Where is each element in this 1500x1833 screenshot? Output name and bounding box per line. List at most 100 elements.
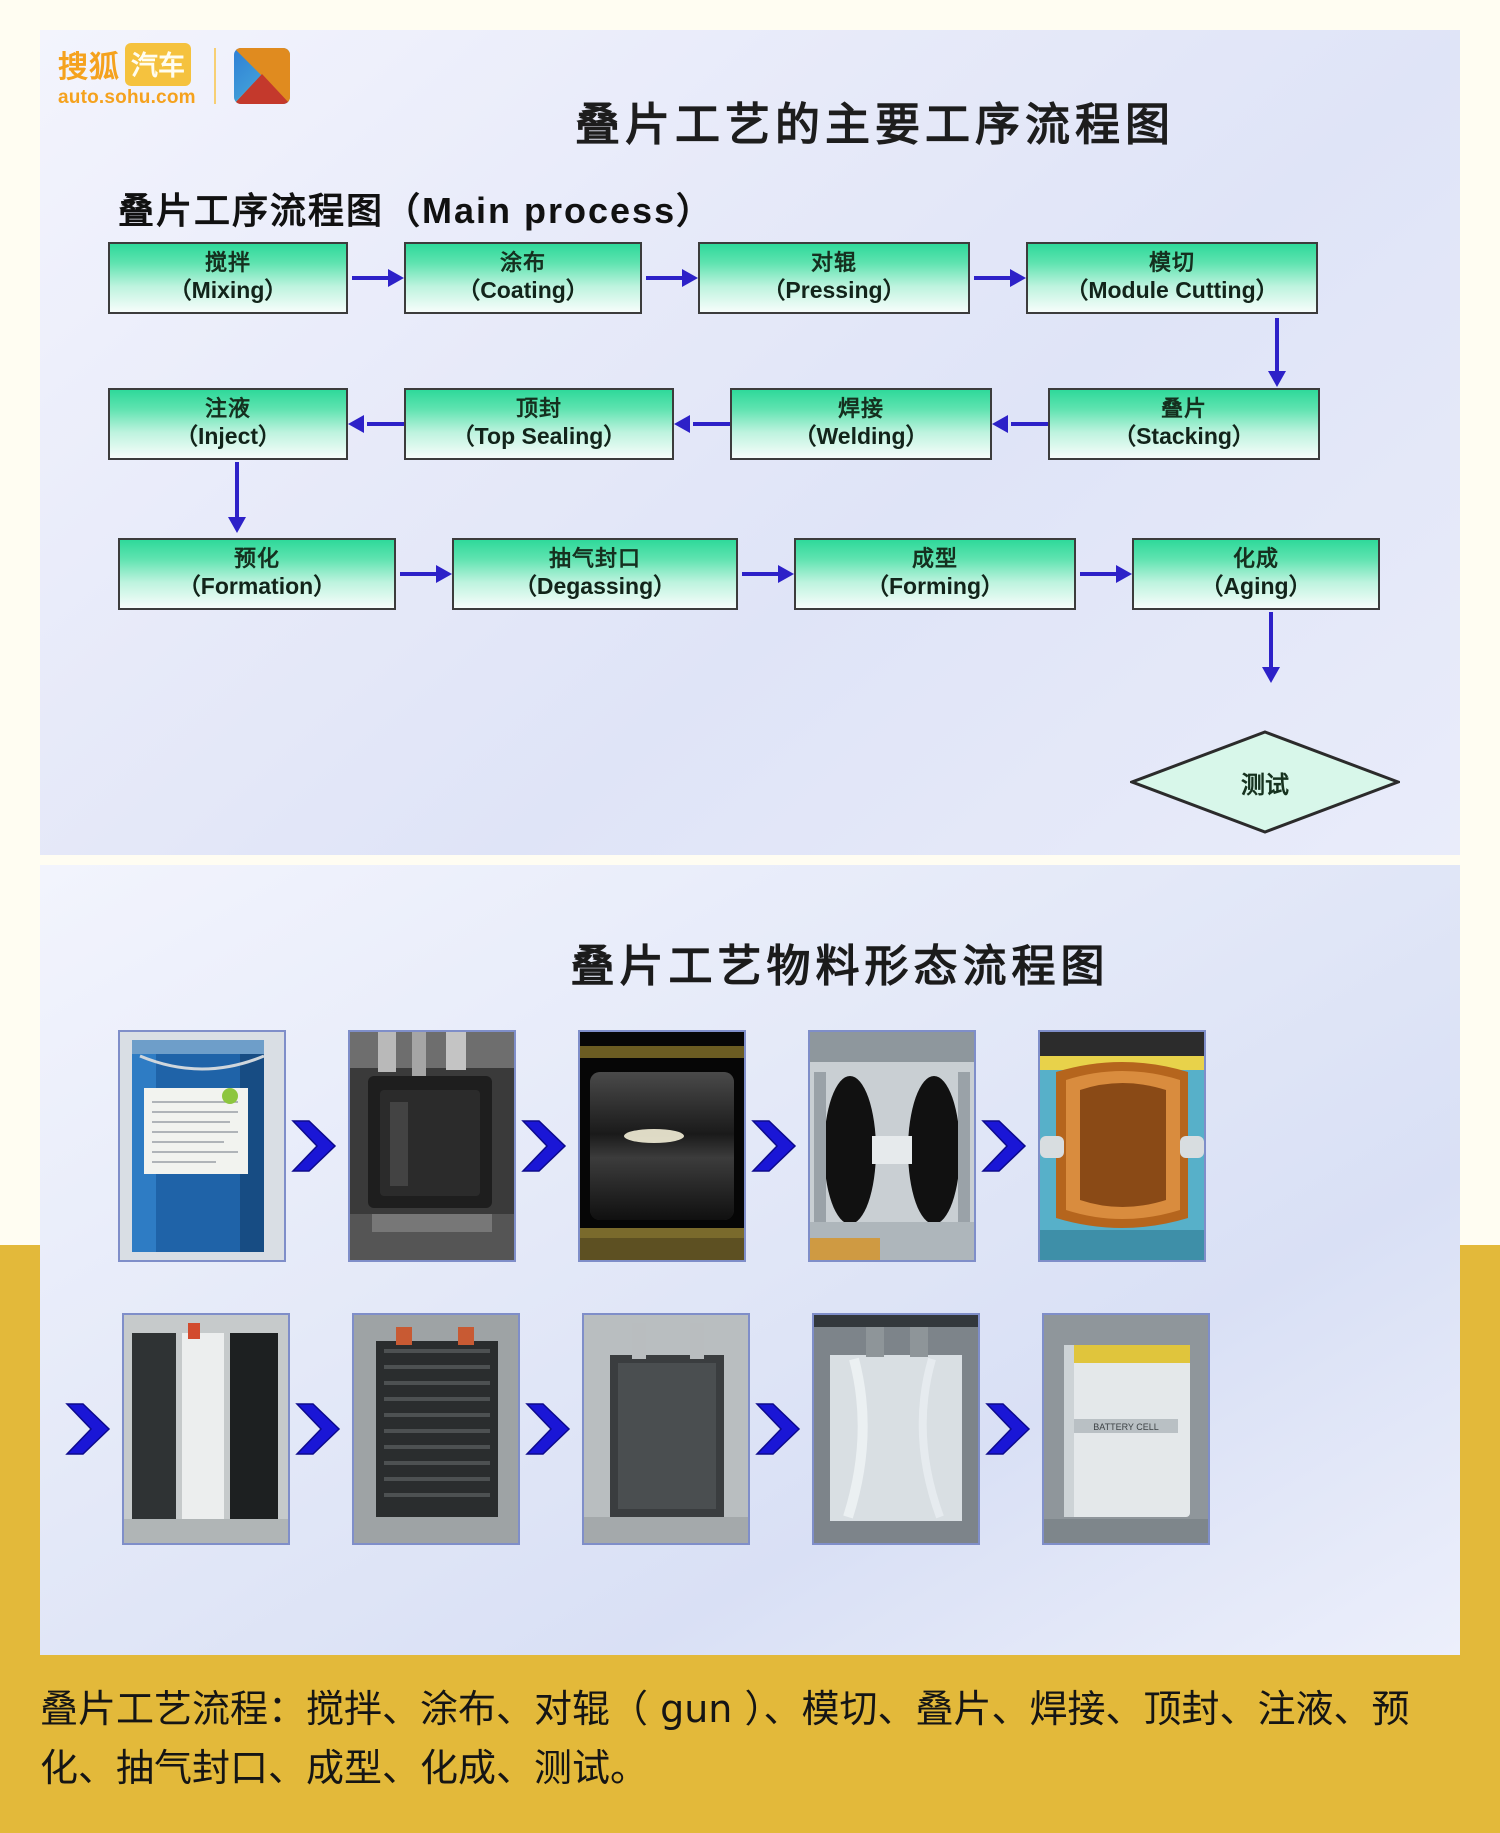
arrow-coating-to-pressing: [642, 269, 698, 287]
photo-chemical-drum: [118, 1030, 286, 1262]
node-aging[interactable]: 化成 （Aging）: [1132, 538, 1380, 610]
mixing-machine-photo: [350, 1032, 514, 1260]
node-inject-en: （Inject）: [174, 423, 282, 450]
arrow-head: [1116, 565, 1132, 583]
arrow-head: [992, 415, 1008, 433]
chevron-arrow-2: [516, 1115, 578, 1177]
terminal-test-label: 测试: [1241, 769, 1289, 799]
arrow-formation-to-degassing: [396, 565, 452, 583]
chevron-right-icon: [751, 1120, 797, 1172]
chevron-right-icon: [985, 1403, 1031, 1455]
node-pressing-en: （Pressing）: [762, 277, 906, 304]
arrow-shaft: [974, 276, 1011, 280]
node-degassing-cn: 抽气封口: [548, 546, 641, 573]
arrow-welding-to-topsealing: [674, 415, 730, 433]
flow-row-3: 预化 （Formation） 抽气封口 （Degassing） 成型 （Form…: [118, 538, 1380, 610]
arrow-head: [1010, 269, 1026, 287]
arrow-forming-to-aging: [1076, 565, 1132, 583]
node-formation[interactable]: 预化 （Formation）: [118, 538, 396, 610]
node-welding-en: （Welding）: [793, 423, 929, 450]
arrow-shaft: [742, 572, 779, 576]
photo-mixing-machine: [348, 1030, 516, 1262]
arrow-head: [436, 565, 452, 583]
chevron-right-icon: [65, 1403, 111, 1455]
material-photos-panel: 叠片工艺物料形态流程图 BATTERY CELL: [40, 865, 1460, 1655]
node-mixing-en: （Mixing）: [168, 277, 288, 304]
caption-line-1: 叠片工艺流程：搅拌、涂布、对辊（ gun ）、模切、叠片、焊接、顶封、注液、预: [40, 1687, 1410, 1731]
photo-copper-foil-roll: [1038, 1030, 1206, 1262]
arrow-shaft: [235, 462, 239, 518]
chevron-arrow-7: [520, 1398, 582, 1460]
terminal-test-node[interactable]: 测试: [1130, 730, 1400, 834]
finished-battery-photo: BATTERY CELL: [1044, 1315, 1208, 1543]
arrow-shaft: [1275, 318, 1279, 372]
arrow-head: [348, 415, 364, 433]
flowchart-subtitle-en: （Main process）: [384, 190, 715, 231]
page-title: 叠片工艺的主要工序流程图: [574, 98, 1175, 151]
chevron-arrow-4: [976, 1115, 1038, 1177]
chevron-arrow-9: [980, 1398, 1042, 1460]
node-module-cutting[interactable]: 模切 （Module Cutting）: [1026, 242, 1318, 314]
caption-line-2: 化、抽气封口、成型、化成、测试。: [40, 1745, 649, 1790]
arrow-head: [228, 517, 246, 533]
arrow-stacking-to-welding: [992, 415, 1048, 433]
node-degassing-en: （Degassing）: [513, 573, 677, 600]
arrow-head: [1262, 667, 1280, 683]
photo-row-2: BATTERY CELL: [60, 1313, 1210, 1545]
arrow-aging-to-test: [1262, 612, 1280, 683]
node-stacking-cn: 叠片: [1160, 396, 1207, 423]
arrow-head: [682, 269, 698, 287]
chevron-right-icon: [525, 1403, 571, 1455]
node-inject[interactable]: 注液 （Inject）: [108, 388, 348, 460]
diamond-shape: 测试: [1130, 730, 1400, 834]
node-formation-cn: 预化: [233, 546, 280, 573]
photo-finished-battery: BATTERY CELL: [1042, 1313, 1210, 1545]
chevron-right-icon: [981, 1120, 1027, 1172]
flowchart-panel: 搜狐 汽车 auto.sohu.com 叠片工艺的主要工序流程图 叠片工序流程图…: [40, 30, 1460, 855]
photo-stacked-cell: [352, 1313, 520, 1545]
node-welding[interactable]: 焊接 （Welding）: [730, 388, 992, 460]
arrow-topsealing-to-inject: [348, 415, 404, 433]
photo-pouch-sealed-cell: [812, 1313, 980, 1545]
node-coating[interactable]: 涂布 （Coating）: [404, 242, 642, 314]
photo-pressing-rollers: [808, 1030, 976, 1262]
node-stacking[interactable]: 叠片 （Stacking）: [1048, 388, 1320, 460]
node-mixing[interactable]: 搅拌 （Mixing）: [108, 242, 348, 314]
flowchart-subtitle-cn: 叠片工序流程图: [118, 190, 385, 232]
arrow-head: [388, 269, 404, 287]
arrow-pressing-to-cutting: [970, 269, 1026, 287]
arrow-shaft: [1080, 572, 1117, 576]
chevron-arrow-8: [750, 1398, 812, 1460]
copper-foil-roll-photo: [1040, 1032, 1204, 1260]
photo-coating-roll: [578, 1030, 746, 1262]
node-forming-en: （Forming）: [866, 573, 1004, 600]
photo-welded-tabs-cell: [582, 1313, 750, 1545]
arrow-head: [778, 565, 794, 583]
arrow-degassing-to-forming: [738, 565, 794, 583]
node-top-sealing[interactable]: 顶封 （Top Sealing）: [404, 388, 674, 460]
chevron-arrow-1: [286, 1115, 348, 1177]
brand-name-row: 搜狐 汽车: [58, 42, 196, 86]
flow-row-1: 搅拌 （Mixing） 涂布 （Coating） 对辊 （Pressing） 模…: [108, 242, 1318, 314]
photo-row-1: [118, 1030, 1206, 1262]
node-pressing[interactable]: 对辊 （Pressing）: [698, 242, 970, 314]
node-inject-cn: 注液: [204, 396, 251, 423]
arrow-shaft: [693, 422, 730, 426]
brand-name-sohu: 搜狐: [58, 50, 120, 85]
pressing-rollers-photo: [810, 1032, 974, 1260]
node-stacking-en: （Stacking）: [1113, 423, 1255, 450]
material-flow-title: 叠片工艺物料形态流程图: [570, 941, 1110, 992]
coating-roll-photo: [580, 1032, 744, 1260]
brand-name-auto: 汽车: [125, 42, 191, 86]
arrow-head: [1268, 371, 1286, 387]
node-aging-en: （Aging）: [1200, 573, 1312, 600]
chevron-right-icon: [521, 1120, 567, 1172]
chevron-arrow-5: [60, 1398, 122, 1460]
cut-electrode-sheets-photo: [124, 1315, 288, 1543]
chevron-arrow-6: [290, 1398, 352, 1460]
node-pressing-cn: 对辊: [810, 250, 857, 277]
arrow-shaft: [400, 572, 437, 576]
node-forming[interactable]: 成型 （Forming）: [794, 538, 1076, 610]
arrow-shaft: [1011, 422, 1048, 426]
node-degassing[interactable]: 抽气封口 （Degassing）: [452, 538, 738, 610]
